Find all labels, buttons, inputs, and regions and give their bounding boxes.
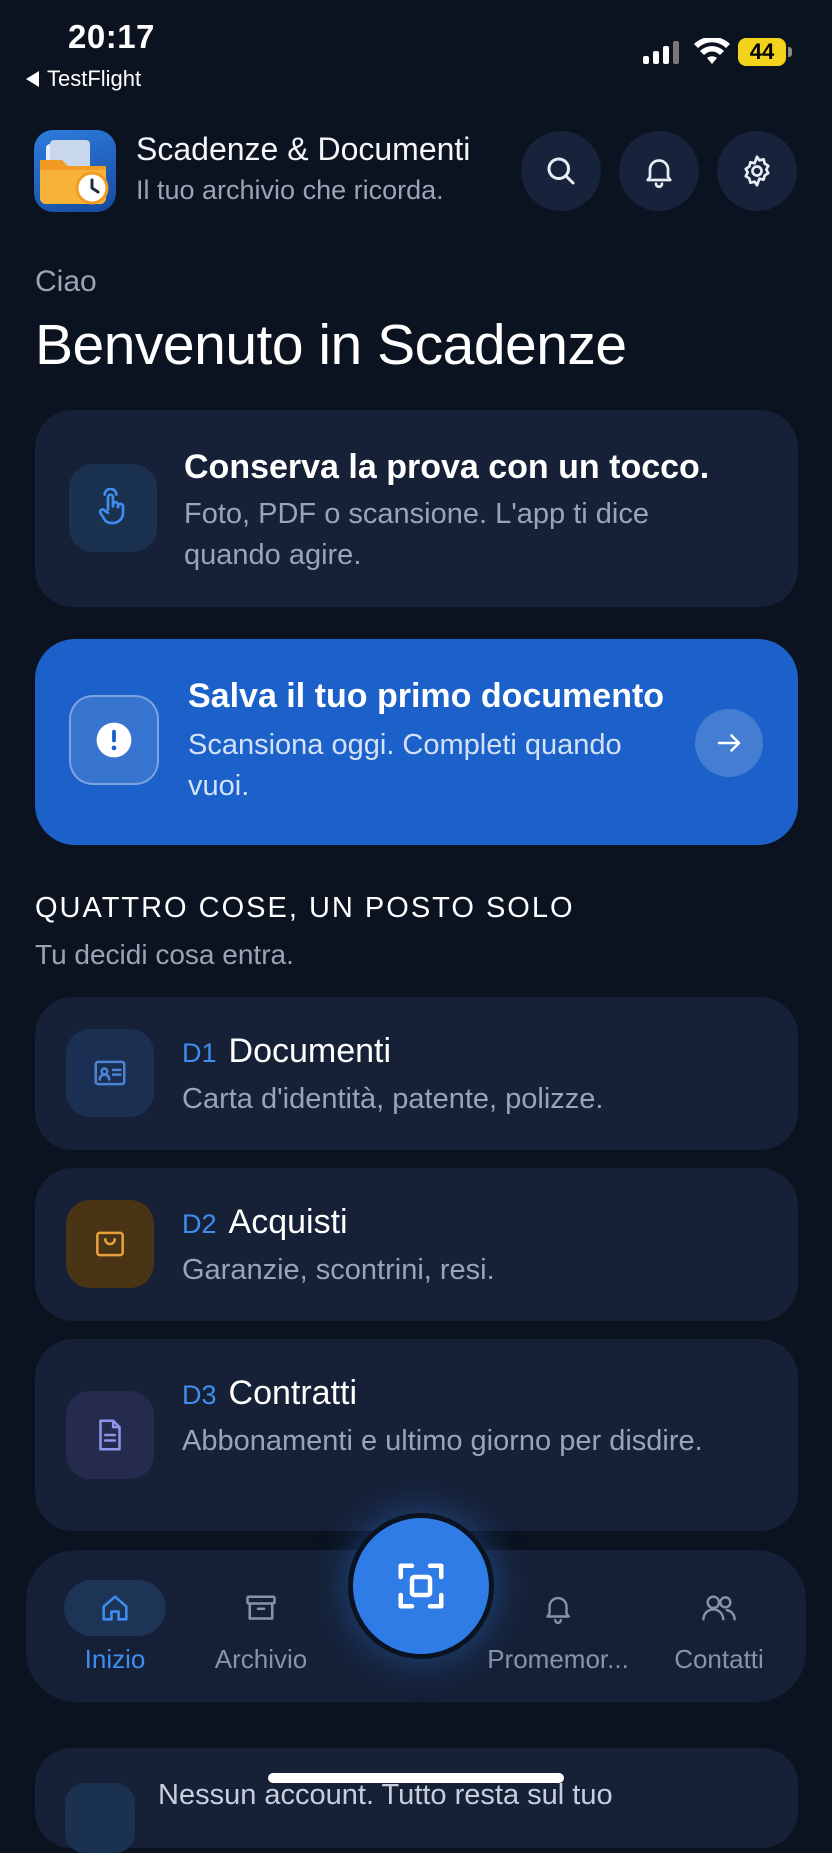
settings-button[interactable] <box>717 131 797 211</box>
battery-level: 44 <box>749 39 775 64</box>
category-card-contratti[interactable]: D3 Contratti Abbonamenti e ultimo giorno … <box>35 1339 798 1531</box>
notifications-button[interactable] <box>619 131 699 211</box>
back-arrow-icon <box>26 71 39 87</box>
category-description: Garanzie, scontrini, resi. <box>182 1254 495 1286</box>
wifi-icon <box>694 38 730 64</box>
category-title: D3 Contratti <box>182 1374 357 1413</box>
contracts-icon-tile <box>66 1391 154 1479</box>
archive-box-icon <box>246 1595 276 1620</box>
category-description: Carta d'identità, patente, polizze. <box>182 1083 604 1115</box>
tap-hand-icon <box>98 488 125 525</box>
category-code: D3 <box>182 1380 217 1410</box>
tab-icon-wrap <box>699 1580 739 1636</box>
tab-icon-wrap <box>541 1580 575 1636</box>
scan-icon <box>398 1563 444 1609</box>
battery-icon: 44 <box>738 38 792 66</box>
app-subtitle: Il tuo archivio che ricorda. <box>136 175 444 205</box>
greeting-hello: Ciao <box>35 265 97 298</box>
id-card-icon <box>94 1060 126 1086</box>
bell-icon <box>546 1596 570 1625</box>
alert-icon-tile <box>69 695 159 785</box>
tab-icon-wrap <box>243 1580 279 1636</box>
section-title: QUATTRO COSE, UN POSTO SOLO <box>35 892 575 924</box>
category-code: D1 <box>182 1038 217 1068</box>
tab-inizio[interactable]: Inizio <box>64 1580 166 1675</box>
tab-label: Promemor... <box>487 1644 629 1674</box>
category-name: Documenti <box>228 1032 392 1070</box>
scan-button[interactable] <box>348 1513 494 1659</box>
alert-icon <box>96 722 132 758</box>
status-time: 20:17 <box>68 18 155 55</box>
lock-icon-tile <box>65 1783 135 1853</box>
app-logo <box>34 130 116 212</box>
folder-clock-icon <box>40 140 109 205</box>
shopping-bag-icon <box>96 1231 124 1257</box>
app-title: Scadenze & Documenti <box>136 131 471 167</box>
arrow-right-icon <box>717 734 741 752</box>
category-description: Abbonamenti e ultimo giorno per disdire. <box>182 1425 703 1457</box>
documents-icon-tile <box>66 1029 154 1117</box>
cta-arrow-button[interactable] <box>695 709 763 777</box>
privacy-card: Nessun account. Tutto resta sul tuo <box>35 1748 798 1853</box>
section-subtitle: Tu decidi cosa entra. <box>35 939 294 970</box>
cta-text: Scansiona oggi. Completi quando vuoi. <box>188 729 622 802</box>
gear-icon <box>744 155 770 187</box>
info-icon-tile <box>69 464 157 552</box>
document-icon <box>99 1419 121 1451</box>
page-title: Benvenuto in Scadenze <box>35 313 627 377</box>
category-title: D1 Documenti <box>182 1032 391 1071</box>
tab-label: Archivio <box>214 1644 308 1674</box>
info-card-text: Foto, PDF o scansione. L'app ti dice qua… <box>184 498 649 571</box>
tab-active-pill <box>64 1580 166 1636</box>
bell-icon <box>646 159 672 189</box>
category-card-acquisti[interactable]: D2 Acquisti Garanzie, scontrini, resi. <box>35 1168 798 1321</box>
category-title: D2 Acquisti <box>182 1203 348 1242</box>
home-indicator[interactable] <box>268 1773 564 1783</box>
cellular-signal-icon <box>643 40 679 64</box>
category-name: Acquisti <box>228 1203 348 1241</box>
info-card: Conserva la prova con un tocco. Foto, PD… <box>35 410 798 607</box>
back-to-testflight[interactable]: TestFlight <box>26 66 141 92</box>
search-icon <box>547 157 575 185</box>
tab-promemoria[interactable]: Promemor... <box>487 1580 629 1675</box>
category-name: Contratti <box>228 1374 358 1412</box>
purchases-icon-tile <box>66 1200 154 1288</box>
tab-label: Inizio <box>84 1644 146 1674</box>
back-label: TestFlight <box>47 66 142 91</box>
cta-title: Salva il tuo primo documento <box>188 677 665 715</box>
category-code: D2 <box>182 1209 217 1239</box>
tab-contatti[interactable]: Contatti <box>664 1580 774 1675</box>
category-card-documenti[interactable]: D1 Documenti Carta d'identità, patente, p… <box>35 997 798 1150</box>
save-first-document-card[interactable]: Salva il tuo primo documento Scansiona o… <box>35 639 798 845</box>
search-button[interactable] <box>521 131 601 211</box>
tab-label: Contatti <box>674 1644 764 1674</box>
contacts-icon <box>702 1595 736 1621</box>
home-icon <box>102 1595 128 1621</box>
tab-archivio[interactable]: Archivio <box>211 1580 311 1675</box>
info-card-title: Conserva la prova con un tocco. <box>184 448 710 486</box>
